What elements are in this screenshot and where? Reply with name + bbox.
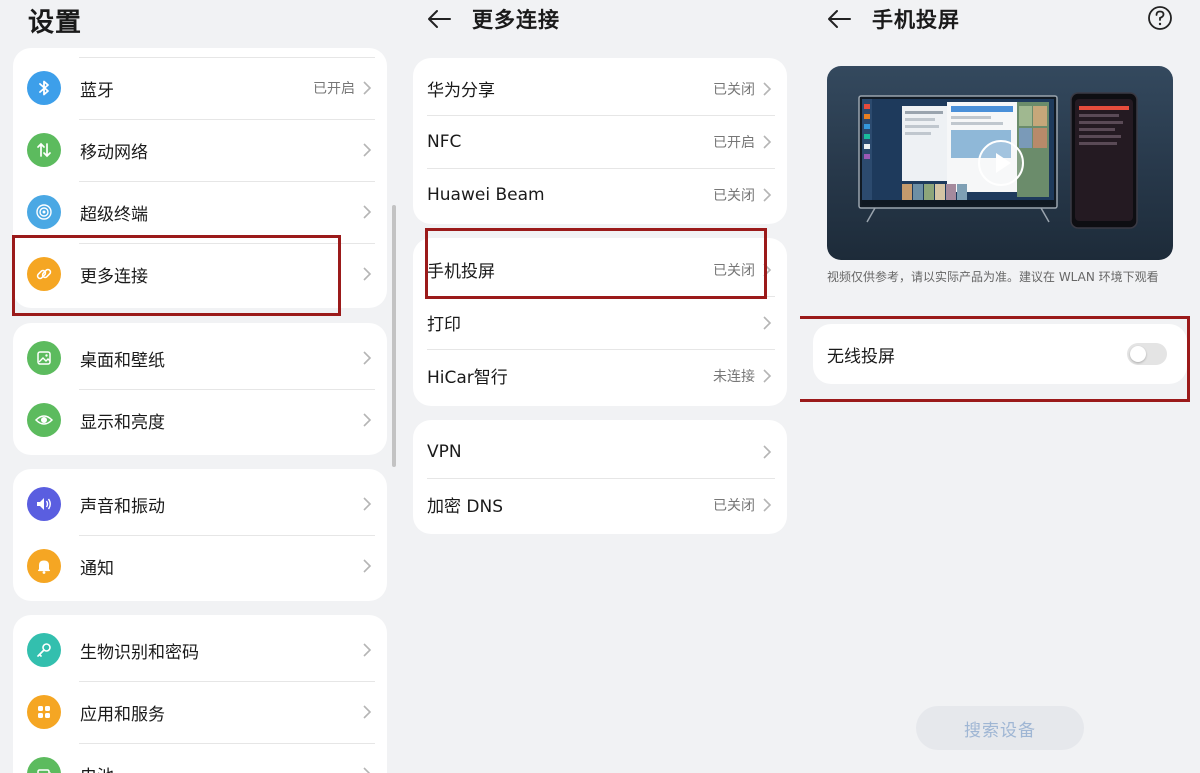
chevron-right-icon — [363, 497, 372, 511]
chevron-right-icon — [763, 444, 772, 459]
bluetooth-icon — [27, 71, 61, 105]
chevron-right-icon — [363, 413, 372, 427]
battery-icon — [27, 757, 61, 773]
chevron-right-icon — [363, 81, 372, 95]
apps-icon — [27, 695, 61, 729]
settings-item-mobile-network[interactable]: 移动网络 — [13, 119, 387, 181]
highlight-box-screen-projection — [425, 228, 767, 299]
screen-projection-panel: 手机投屏 视频仅供参考，请以实际产品为准。建议在 WLAN 环境下观看 无线投屏… — [800, 0, 1200, 773]
mobile-network-icon — [27, 133, 61, 167]
settings-group-display: 桌面和壁纸 显示和亮度 — [13, 323, 387, 455]
chevron-right-icon — [363, 643, 372, 657]
connections-item-label: VPN — [427, 441, 462, 462]
settings-item-display[interactable]: 显示和亮度 — [13, 389, 387, 451]
connections-item-vpn[interactable]: VPN — [413, 425, 787, 478]
chevron-right-icon — [363, 351, 372, 365]
connections-item-hicar[interactable]: HiCar智行 未连接 — [413, 349, 787, 402]
speaker-icon — [27, 487, 61, 521]
settings-item-sound[interactable]: 声音和振动 — [13, 473, 387, 535]
chevron-right-icon — [763, 368, 772, 383]
settings-item-label: 电池 — [80, 762, 114, 773]
search-devices-button[interactable]: 搜索设备 — [916, 706, 1084, 750]
settings-item-label: 超级终端 — [80, 204, 148, 225]
scrollbar[interactable] — [392, 205, 396, 467]
chevron-right-icon — [763, 315, 772, 330]
connections-item-value: 已关闭 — [713, 497, 755, 514]
super-device-icon — [27, 195, 61, 229]
connections-group-sharing: 华为分享 已关闭 NFC 已开启 Huawei Beam 已关闭 — [413, 58, 787, 224]
eye-icon — [27, 403, 61, 437]
chevron-right-icon — [763, 187, 772, 202]
settings-item-bluetooth[interactable]: 蓝牙 已开启 — [13, 57, 387, 119]
settings-item-label: 通知 — [80, 558, 114, 579]
page-title: 更多连接 — [472, 8, 560, 32]
settings-group-sound: 声音和振动 通知 — [13, 469, 387, 601]
help-icon[interactable] — [1147, 5, 1173, 31]
connections-item-label: Huawei Beam — [427, 184, 545, 205]
settings-item-wallpaper[interactable]: 桌面和壁纸 — [13, 327, 387, 389]
settings-item-biometrics[interactable]: 生物识别和密码 — [13, 619, 387, 681]
connections-item-print[interactable]: 打印 — [413, 296, 787, 349]
connections-group-vpn: VPN 加密 DNS 已关闭 — [413, 420, 787, 534]
back-arrow-icon[interactable] — [426, 4, 456, 34]
demo-video[interactable] — [827, 66, 1173, 260]
settings-group-security: 生物识别和密码 应用和服务 电池 — [13, 615, 387, 773]
wallpaper-icon — [27, 341, 61, 375]
chevron-right-icon — [363, 143, 372, 157]
highlight-box-more-connections — [12, 235, 341, 316]
settings-item-apps[interactable]: 应用和服务 — [13, 681, 387, 743]
connections-item-value: 已关闭 — [713, 81, 755, 98]
connections-item-nfc[interactable]: NFC 已开启 — [413, 115, 787, 168]
settings-item-label: 显示和亮度 — [80, 412, 165, 433]
page-header: 更多连接 — [426, 2, 560, 36]
settings-item-label: 生物识别和密码 — [80, 642, 199, 663]
bell-icon — [27, 549, 61, 583]
connections-item-huawei-share[interactable]: 华为分享 已关闭 — [413, 62, 787, 115]
chevron-right-icon — [763, 497, 772, 512]
settings-item-value: 已开启 — [313, 81, 355, 97]
connections-item-label: 华为分享 — [427, 81, 495, 101]
page-title: 设置 — [28, 8, 83, 38]
key-icon — [27, 633, 61, 667]
chevron-right-icon — [763, 134, 772, 149]
chevron-right-icon — [763, 81, 772, 96]
chevron-right-icon — [363, 767, 371, 773]
chevron-right-icon — [363, 267, 372, 281]
chevron-right-icon — [363, 559, 372, 573]
more-connections-panel: 更多连接 华为分享 已关闭 NFC 已开启 Huawei Beam 已关闭 手机… — [400, 0, 800, 773]
chevron-right-icon — [363, 705, 372, 719]
page-title: 手机投屏 — [872, 8, 960, 32]
connections-item-value: 未连接 — [713, 368, 755, 385]
settings-item-label: 移动网络 — [80, 142, 148, 163]
connections-item-value: 已开启 — [713, 134, 755, 151]
settings-item-super-device[interactable]: 超级终端 — [13, 181, 387, 243]
highlight-box-wireless-projection — [800, 316, 1190, 402]
connections-item-label: 加密 DNS — [427, 497, 504, 517]
settings-panel: 设置 蓝牙 已开启 移动网络 超级终端 更多连接 桌面和壁纸 显示和亮度 声音和… — [0, 0, 400, 773]
page-header: 手机投屏 — [826, 2, 960, 36]
chevron-right-icon — [363, 205, 372, 219]
back-arrow-icon[interactable] — [826, 4, 856, 34]
connections-item-label: HiCar智行 — [427, 368, 508, 388]
settings-item-label: 桌面和壁纸 — [80, 350, 165, 371]
video-caption: 视频仅供参考，请以实际产品为准。建议在 WLAN 环境下观看 — [827, 270, 1159, 284]
connections-item-label: 打印 — [427, 315, 461, 335]
connections-item-value: 已关闭 — [713, 187, 755, 204]
settings-item-notifications[interactable]: 通知 — [13, 535, 387, 597]
play-icon[interactable] — [977, 139, 1025, 187]
connections-item-private-dns[interactable]: 加密 DNS 已关闭 — [413, 478, 787, 531]
connections-item-label: NFC — [427, 131, 462, 152]
connections-item-huawei-beam[interactable]: Huawei Beam 已关闭 — [413, 168, 787, 221]
settings-item-battery[interactable]: 电池 — [13, 743, 387, 773]
settings-item-label: 蓝牙 — [80, 80, 114, 101]
settings-item-label: 声音和振动 — [80, 496, 165, 517]
settings-item-label: 应用和服务 — [80, 704, 165, 725]
